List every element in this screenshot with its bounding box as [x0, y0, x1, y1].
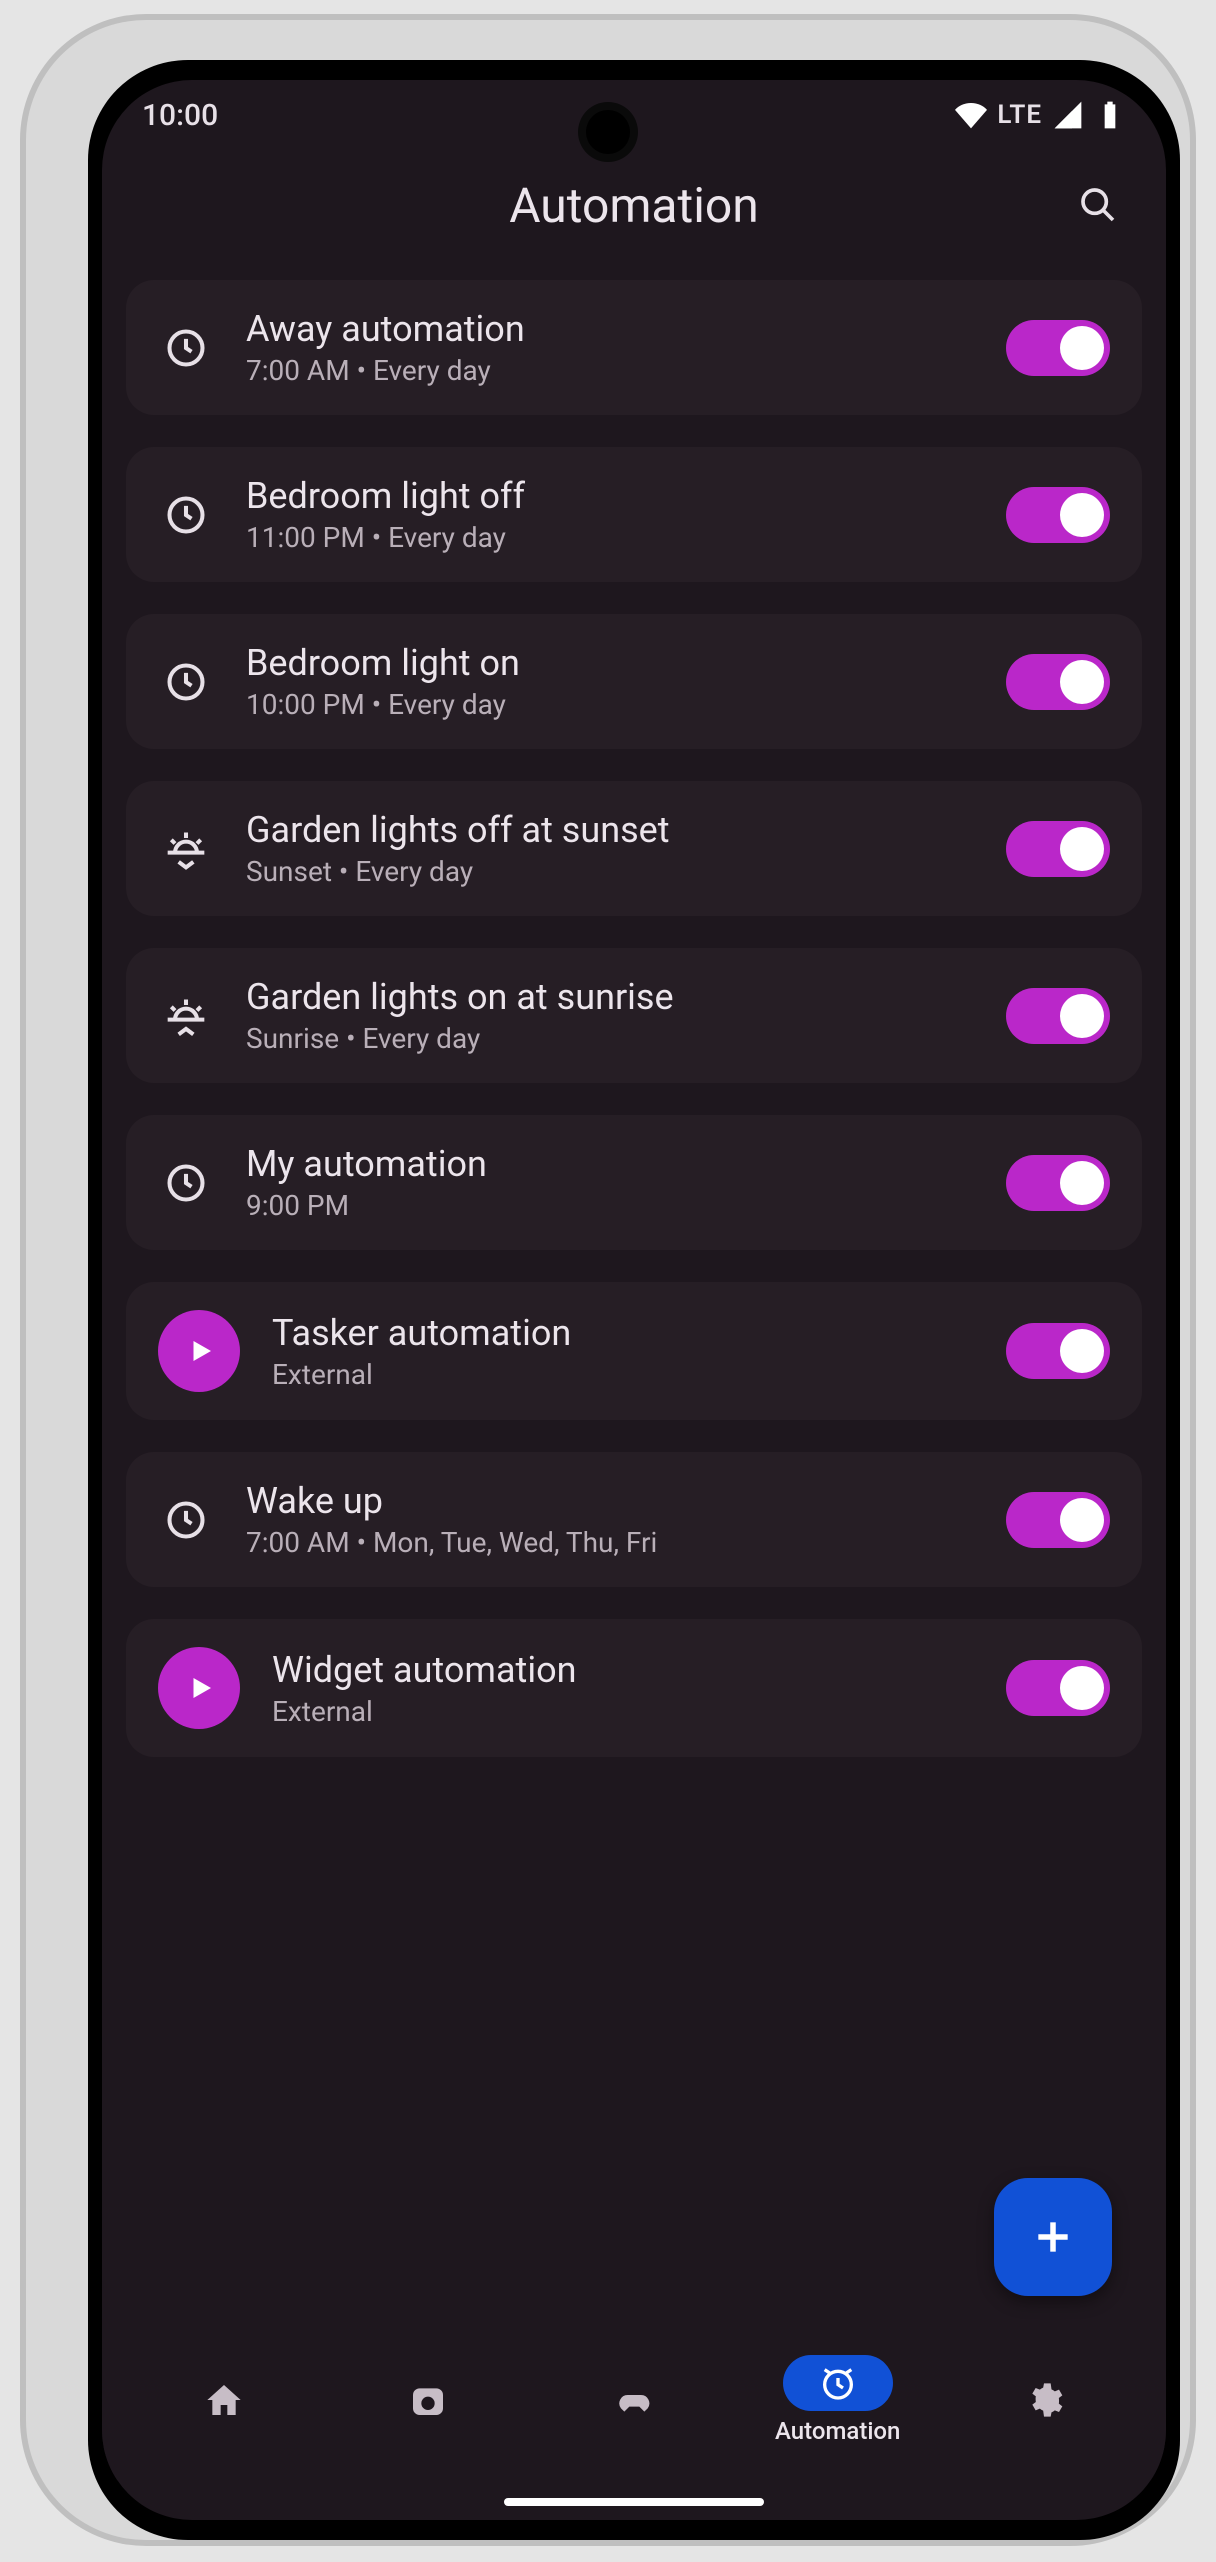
- automation-subtitle: Sunset • Every day: [246, 855, 974, 888]
- nav-game[interactable]: [571, 2372, 691, 2428]
- clock-icon: [158, 320, 214, 376]
- screen: 10:00 LTE Automation Away automation 7:0…: [102, 80, 1166, 2520]
- automation-item[interactable]: Tasker automation External: [126, 1282, 1142, 1420]
- nav-camera[interactable]: [368, 2372, 488, 2428]
- nav-alarm[interactable]: Automation: [775, 2355, 900, 2445]
- automation-title: Garden lights on at sunrise: [246, 976, 974, 1018]
- automation-title: Bedroom light on: [246, 642, 974, 684]
- automation-title: Bedroom light off: [246, 475, 974, 517]
- automation-title: Tasker automation: [272, 1312, 974, 1354]
- nav-home[interactable]: [164, 2372, 284, 2428]
- phone-frame: 10:00 LTE Automation Away automation 7:0…: [26, 20, 1190, 2540]
- automation-list: Away automation 7:00 AM • Every day Bedr…: [102, 260, 1166, 1957]
- automation-subtitle: 10:00 PM • Every day: [246, 688, 974, 721]
- automation-subtitle: External: [272, 1358, 974, 1391]
- alarm-icon: [783, 2355, 893, 2411]
- automation-text: Wake up 7:00 AM • Mon, Tue, Wed, Thu, Fr…: [246, 1480, 974, 1559]
- automation-toggle[interactable]: [1006, 654, 1110, 710]
- side-button: [34, 540, 48, 640]
- status-icons: LTE: [955, 99, 1126, 131]
- camera-icon: [373, 2372, 483, 2428]
- automation-item[interactable]: My automation 9:00 PM: [126, 1115, 1142, 1250]
- automation-item[interactable]: Garden lights off at sunset Sunset • Eve…: [126, 781, 1142, 916]
- clock-icon: [158, 1155, 214, 1211]
- automation-subtitle: 7:00 AM • Mon, Tue, Wed, Thu, Fri: [246, 1526, 974, 1559]
- automation-title: My automation: [246, 1143, 974, 1185]
- automation-item[interactable]: Bedroom light off 11:00 PM • Every day: [126, 447, 1142, 582]
- automation-toggle[interactable]: [1006, 1323, 1110, 1379]
- automation-subtitle: 7:00 AM • Every day: [246, 354, 974, 387]
- automation-title: Away automation: [246, 308, 974, 350]
- automation-item[interactable]: Garden lights on at sunrise Sunrise • Ev…: [126, 948, 1142, 1083]
- home-icon: [169, 2372, 279, 2428]
- automation-toggle[interactable]: [1006, 988, 1110, 1044]
- automation-item[interactable]: Widget automation External: [126, 1619, 1142, 1757]
- add-automation-button[interactable]: [994, 2178, 1112, 2296]
- automation-text: My automation 9:00 PM: [246, 1143, 974, 1222]
- page-title: Automation: [509, 177, 759, 234]
- automation-toggle[interactable]: [1006, 821, 1110, 877]
- automation-toggle[interactable]: [1006, 487, 1110, 543]
- automation-text: Bedroom light on 10:00 PM • Every day: [246, 642, 974, 721]
- wifi-icon: [955, 99, 987, 131]
- automation-text: Bedroom light off 11:00 PM • Every day: [246, 475, 974, 554]
- automation-text: Away automation 7:00 AM • Every day: [246, 308, 974, 387]
- plus-icon: [1031, 2215, 1075, 2259]
- clock-icon: [158, 1492, 214, 1548]
- automation-text: Tasker automation External: [272, 1312, 974, 1391]
- automation-subtitle: 11:00 PM • Every day: [246, 521, 974, 554]
- automation-text: Widget automation External: [272, 1649, 974, 1728]
- signal-icon: [1052, 99, 1084, 131]
- automation-toggle[interactable]: [1006, 1660, 1110, 1716]
- network-label: LTE: [997, 100, 1042, 130]
- automation-item[interactable]: Bedroom light on 10:00 PM • Every day: [126, 614, 1142, 749]
- automation-text: Garden lights off at sunset Sunset • Eve…: [246, 809, 974, 888]
- camera-notch: [586, 110, 630, 154]
- automation-item[interactable]: Away automation 7:00 AM • Every day: [126, 280, 1142, 415]
- automation-toggle[interactable]: [1006, 1155, 1110, 1211]
- automation-text: Garden lights on at sunrise Sunrise • Ev…: [246, 976, 974, 1055]
- automation-subtitle: Sunrise • Every day: [246, 1022, 974, 1055]
- automation-title: Garden lights off at sunset: [246, 809, 974, 851]
- automation-toggle[interactable]: [1006, 320, 1110, 376]
- automation-item[interactable]: Wake up 7:00 AM • Mon, Tue, Wed, Thu, Fr…: [126, 1452, 1142, 1587]
- battery-icon: [1094, 99, 1126, 131]
- game-icon: [576, 2372, 686, 2428]
- sunset-icon: [158, 821, 214, 877]
- nav-label: Automation: [775, 2417, 900, 2445]
- clock-icon: [158, 654, 214, 710]
- sunrise-icon: [158, 988, 214, 1044]
- clock-icon: [158, 487, 214, 543]
- search-icon: [1078, 185, 1118, 225]
- automation-title: Wake up: [246, 1480, 974, 1522]
- play-icon: [158, 1310, 240, 1392]
- automation-toggle[interactable]: [1006, 1492, 1110, 1548]
- automation-subtitle: External: [272, 1695, 974, 1728]
- status-time: 10:00: [142, 98, 218, 133]
- gear-icon: [989, 2372, 1099, 2428]
- nav-gear[interactable]: [984, 2372, 1104, 2428]
- search-button[interactable]: [1070, 177, 1126, 233]
- automation-title: Widget automation: [272, 1649, 974, 1691]
- bottom-nav: Automation: [102, 2320, 1166, 2480]
- gesture-handle[interactable]: [504, 2498, 764, 2506]
- status-bar: 10:00 LTE: [102, 80, 1166, 150]
- play-icon: [158, 1647, 240, 1729]
- app-header: Automation: [102, 150, 1166, 260]
- automation-subtitle: 9:00 PM: [246, 1189, 974, 1222]
